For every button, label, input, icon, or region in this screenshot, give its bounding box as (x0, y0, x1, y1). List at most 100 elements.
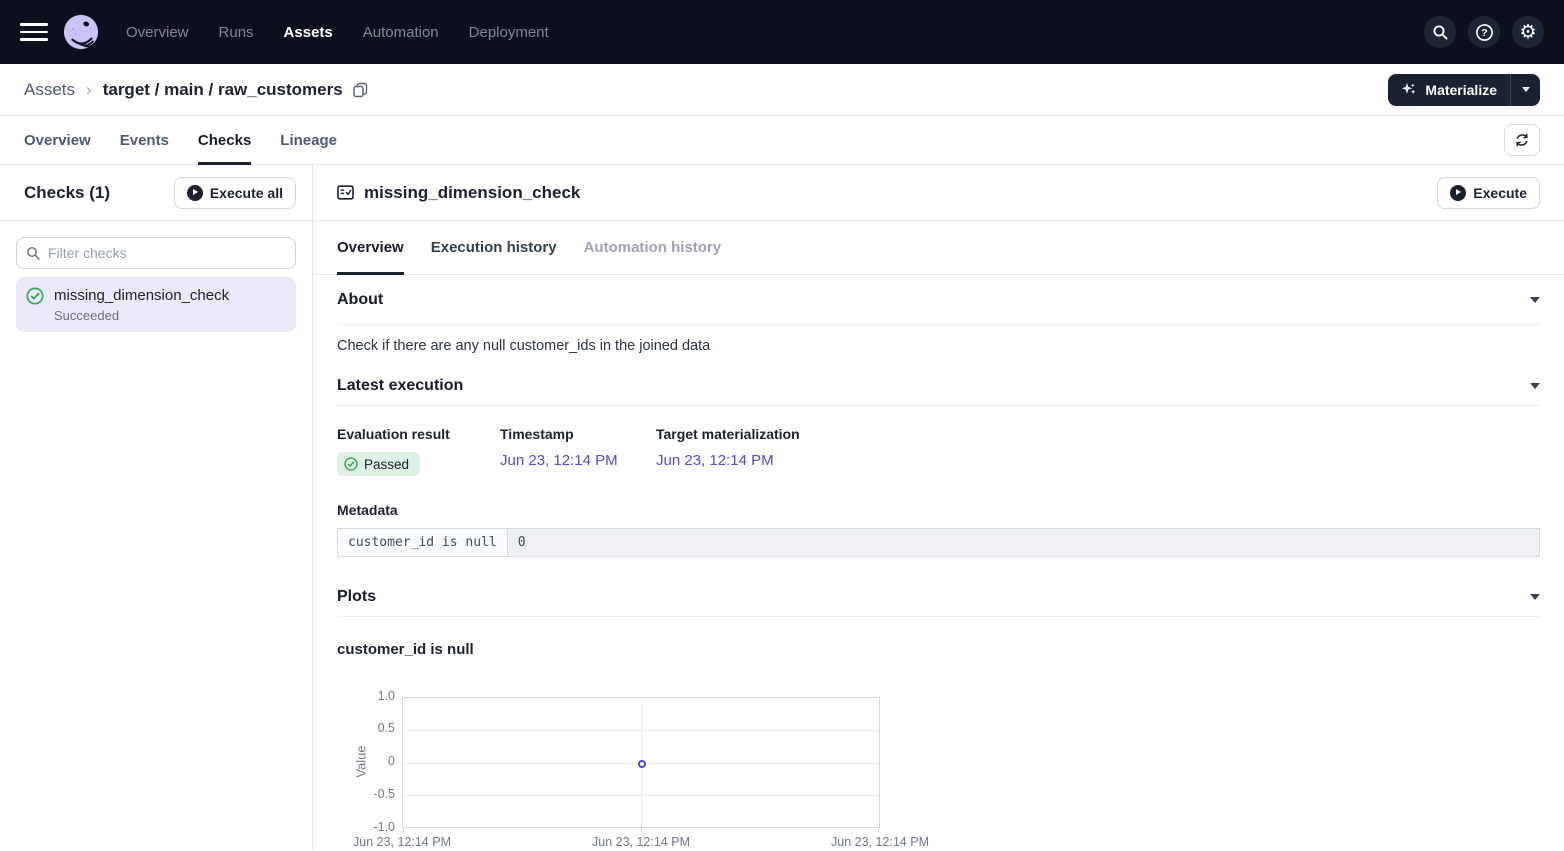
check-success-icon (26, 287, 44, 305)
plots-heading: Plots (337, 588, 376, 606)
tab-events[interactable]: Events (120, 116, 169, 164)
filter-checks-input[interactable] (16, 237, 296, 269)
table-row: customer_id is null 0 (338, 529, 1540, 557)
x-tick-label: Jun 23, 12:14 PM (815, 835, 945, 849)
y-tick-label: -0.5 (349, 787, 395, 801)
primary-nav: Overview Runs Assets Automation Deployme… (126, 24, 549, 41)
asset-tab-bar: Overview Events Checks Lineage (0, 116, 1564, 165)
y-tick-label: 0.5 (349, 721, 395, 735)
x-tick-mark (403, 828, 404, 832)
chevron-down-icon (1522, 87, 1530, 92)
collapse-chevron-icon[interactable] (1530, 594, 1540, 600)
materialize-split-button: Materialize (1388, 74, 1540, 106)
latest-execution-section-header[interactable]: Latest execution (337, 366, 1540, 406)
execute-all-button[interactable]: Execute all (174, 177, 296, 209)
metadata-heading: Metadata (337, 502, 1540, 518)
latest-execution-grid: Evaluation result Timestamp Target mater… (337, 406, 1540, 476)
nav-item-overview[interactable]: Overview (126, 24, 189, 41)
breadcrumb-bar: Assets › target / main / raw_customers M… (0, 64, 1564, 116)
execute-button[interactable]: Execute (1437, 177, 1540, 209)
evaluation-result-label: Evaluation result (337, 426, 500, 442)
breadcrumb-asset-path[interactable]: target / main / raw_customers (103, 80, 343, 100)
target-materialization-label: Target materialization (656, 426, 1540, 442)
hamburger-menu-icon[interactable] (20, 23, 48, 41)
execute-label: Execute (1473, 185, 1527, 201)
nav-actions: ? ⚙ (1424, 16, 1544, 48)
check-item-status: Succeeded (54, 308, 229, 323)
y-tick-label: -1.0 (349, 820, 395, 834)
gear-icon: ⚙ (1519, 23, 1536, 42)
x-tick-mark (641, 828, 642, 832)
metadata-value-cell: 0 (507, 529, 1539, 557)
filter-checks-field (16, 237, 296, 269)
about-heading: About (337, 291, 383, 309)
tab-checks[interactable]: Checks (198, 116, 251, 164)
help-button[interactable]: ? (1468, 16, 1500, 48)
passed-status-badge: Passed (337, 452, 420, 476)
collapse-chevron-icon[interactable] (1530, 383, 1540, 389)
check-detail-tab-bar: Overview Execution history Automation hi… (313, 221, 1564, 275)
execute-all-label: Execute all (210, 185, 283, 201)
tab-execution-history[interactable]: Execution history (431, 221, 557, 274)
x-tick-label: Jun 23, 12:14 PM (337, 835, 467, 849)
copy-icon (353, 82, 368, 98)
check-detail-panel: missing_dimension_check Execute Overview… (313, 165, 1564, 850)
materialize-button[interactable]: Materialize (1388, 74, 1510, 106)
check-title: missing_dimension_check (364, 183, 580, 203)
fact-check-icon (337, 184, 354, 201)
check-item-name: missing_dimension_check (54, 286, 229, 305)
value-scatter-chart: Value 1.0 0.5 0 -0.5 -1.0 Jun 23, 12:14 … (337, 690, 1540, 850)
search-icon (1432, 24, 1449, 41)
target-materialization-link[interactable]: Jun 23, 12:14 PM (656, 452, 774, 469)
help-icon: ? (1475, 23, 1494, 42)
play-icon (1450, 185, 1466, 201)
nav-item-automation[interactable]: Automation (363, 24, 439, 41)
timestamp-link[interactable]: Jun 23, 12:14 PM (500, 452, 618, 469)
svg-text:?: ? (1481, 27, 1487, 39)
materialize-label: Materialize (1425, 82, 1497, 98)
check-detail-content: About Check if there are any null custom… (313, 275, 1564, 850)
nav-item-deployment[interactable]: Deployment (469, 24, 549, 41)
plot-title: customer_id is null (337, 641, 1540, 658)
content-area: Checks (1) Execute all missing (0, 165, 1564, 850)
tab-overview[interactable]: Overview (24, 116, 91, 164)
metadata-table: customer_id is null 0 (337, 528, 1540, 557)
about-description: Check if there are any null customer_ids… (337, 325, 1540, 366)
nav-item-runs[interactable]: Runs (219, 24, 254, 41)
dagster-logo[interactable] (62, 13, 100, 51)
timestamp-label: Timestamp (500, 426, 656, 442)
checks-count-title: Checks (1) (24, 183, 110, 203)
refresh-button[interactable] (1504, 124, 1540, 156)
nav-item-assets[interactable]: Assets (284, 24, 333, 41)
checks-sidebar: Checks (1) Execute all missing (0, 165, 313, 850)
data-point (638, 760, 646, 768)
top-nav: Overview Runs Assets Automation Deployme… (0, 0, 1564, 64)
tab-check-overview[interactable]: Overview (337, 221, 404, 274)
passed-label: Passed (364, 457, 409, 472)
breadcrumb-chevron-icon: › (86, 80, 92, 100)
y-tick-label: 1.0 (349, 689, 395, 703)
metadata-key-cell: customer_id is null (338, 529, 508, 557)
checks-sidebar-header: Checks (1) Execute all (0, 165, 312, 221)
tab-automation-history[interactable]: Automation history (584, 221, 722, 274)
about-section-header[interactable]: About (337, 275, 1540, 325)
plot-area (402, 697, 880, 828)
refresh-icon (1514, 132, 1530, 148)
sparkle-icon (1401, 82, 1417, 98)
search-button[interactable] (1424, 16, 1456, 48)
x-tick-label: Jun 23, 12:14 PM (576, 835, 706, 849)
play-icon (187, 185, 203, 201)
breadcrumb-assets-link[interactable]: Assets (24, 80, 75, 100)
plots-section-header[interactable]: Plots (337, 577, 1540, 617)
materialize-dropdown-button[interactable] (1511, 74, 1540, 106)
check-list-item[interactable]: missing_dimension_check Succeeded (16, 277, 296, 332)
x-tick-mark (878, 828, 879, 832)
settings-button[interactable]: ⚙ (1512, 16, 1544, 48)
tab-lineage[interactable]: Lineage (280, 116, 337, 164)
check-success-icon (344, 457, 358, 471)
checks-list: missing_dimension_check Succeeded (0, 221, 312, 348)
copy-button[interactable] (353, 82, 368, 98)
collapse-chevron-icon[interactable] (1530, 297, 1540, 303)
latest-execution-heading: Latest execution (337, 377, 463, 395)
y-tick-label: 0 (349, 754, 395, 768)
